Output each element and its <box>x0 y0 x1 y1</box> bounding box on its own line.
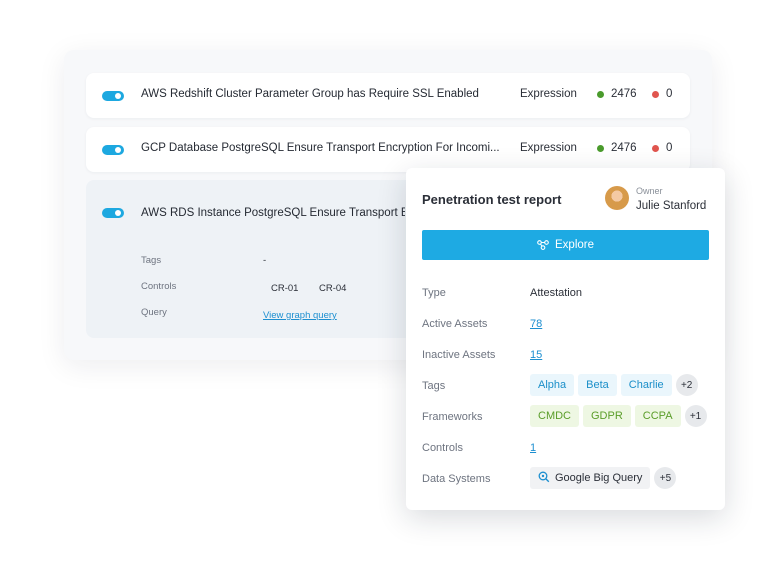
search-icon <box>538 471 550 486</box>
fail-dot-icon <box>652 144 659 152</box>
tags-value: - <box>263 255 267 266</box>
pass-count: 2476 <box>597 88 637 100</box>
framework-chip[interactable]: CMDC <box>530 405 579 427</box>
pass-count-value: 2476 <box>611 88 637 100</box>
inactive-assets-link[interactable]: 15 <box>530 349 542 361</box>
owner-avatar <box>605 186 629 210</box>
pass-dot-icon <box>597 144 604 152</box>
rule-row[interactable]: AWS Redshift Cluster Parameter Group has… <box>86 73 690 118</box>
rule-row[interactable]: GCP Database PostgreSQL Ensure Transport… <box>86 127 690 172</box>
frameworks-label: Frameworks <box>422 411 483 423</box>
explore-button[interactable]: Explore <box>422 230 709 260</box>
rule-type: Expression <box>520 142 577 154</box>
rule-title: AWS Redshift Cluster Parameter Group has… <box>141 88 479 100</box>
graph-icon <box>537 240 549 250</box>
rule-toggle[interactable] <box>102 208 124 218</box>
controls-label: Controls <box>141 281 177 292</box>
controls-label: Controls <box>422 442 463 454</box>
active-assets-label: Active Assets <box>422 318 488 330</box>
frameworks-more-badge[interactable]: +1 <box>684 405 707 427</box>
tags-label: Tags <box>141 255 162 266</box>
data-system-chips: Google Big Query +5 <box>530 467 677 489</box>
data-systems-more-badge[interactable]: +5 <box>654 467 677 489</box>
fail-count-value: 0 <box>666 88 673 100</box>
control-item: CR-01 <box>271 283 299 294</box>
active-assets-link[interactable]: 78 <box>530 318 542 330</box>
explore-label: Explore <box>555 239 594 251</box>
asset-detail-card: Penetration test report Owner Julie Stan… <box>406 168 725 510</box>
data-systems-label: Data Systems <box>422 473 491 485</box>
owner-label: Owner <box>636 186 663 196</box>
framework-chip[interactable]: CCPA <box>634 405 681 427</box>
framework-chips: CMDC GDPR CCPA +1 <box>530 405 707 427</box>
rule-title: GCP Database PostgreSQL Ensure Transport… <box>141 142 500 154</box>
inactive-assets-label: Inactive Assets <box>422 349 496 361</box>
rule-title: AWS RDS Instance PostgreSQL Ensure Trans… <box>141 207 405 219</box>
fail-count: 0 <box>652 88 672 100</box>
query-label: Query <box>141 307 167 318</box>
rule-type: Expression <box>520 88 577 100</box>
type-value: Attestation <box>530 287 582 299</box>
tags-more-badge[interactable]: +2 <box>675 374 698 396</box>
fail-count: 0 <box>652 142 672 154</box>
pass-count: 2476 <box>597 142 637 154</box>
rule-toggle[interactable] <box>102 91 124 101</box>
control-item: CR-04 <box>319 283 347 294</box>
tag-chip[interactable]: Beta <box>578 374 617 396</box>
framework-chip[interactable]: GDPR <box>583 405 631 427</box>
data-system-chip[interactable]: Google Big Query <box>530 467 651 489</box>
owner-name: Julie Stanford <box>636 200 707 212</box>
pass-dot-icon <box>597 90 604 98</box>
rule-toggle[interactable] <box>102 145 124 155</box>
fail-count-value: 0 <box>666 142 673 154</box>
tag-chip[interactable]: Charlie <box>620 374 672 396</box>
pass-count-value: 2476 <box>611 142 637 154</box>
tags-label: Tags <box>422 380 446 392</box>
view-graph-query-link[interactable]: View graph query <box>263 310 337 321</box>
fail-dot-icon <box>652 90 659 98</box>
type-label: Type <box>422 287 446 299</box>
data-system-label: Google Big Query <box>555 472 643 484</box>
controls-link[interactable]: 1 <box>530 442 536 454</box>
tag-chip[interactable]: Alpha <box>530 374 575 396</box>
card-title: Penetration test report <box>422 192 562 207</box>
tag-chips: Alpha Beta Charlie +2 <box>530 374 698 396</box>
